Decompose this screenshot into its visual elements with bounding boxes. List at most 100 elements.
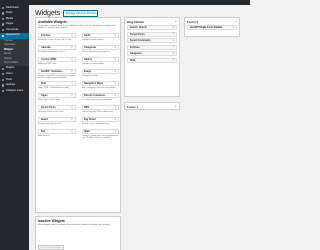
widget-title: Gallery <box>84 58 93 61</box>
collapse-icon <box>2 89 5 93</box>
placed-widget[interactable]: Recent Posts ▼ <box>127 31 177 37</box>
chevron-down-icon: ▼ <box>70 58 73 61</box>
widget-title: Text <box>40 130 46 133</box>
sidebar-item-label: Pages <box>5 22 14 26</box>
available-widget[interactable]: Video ▼ Displays a video from the media li… <box>81 129 119 140</box>
users-icon <box>2 73 5 76</box>
available-widget[interactable]: Pages ▼ A list of your site's Pages. <box>38 93 76 103</box>
chevron-down-icon: ▼ <box>114 70 117 73</box>
dashboard-icon <box>2 6 5 9</box>
widget-description: Your site's most recent Posts. <box>38 110 65 113</box>
chevron-down-icon: ▼ <box>70 118 73 121</box>
sidebar-item-label: Dashboard <box>5 5 19 9</box>
widget-area-blog-sidebar: Blog Sidebar ▲ Search: Search ▼ Recent Pos… <box>124 17 180 97</box>
available-widget[interactable]: Recent Comments ▼ Your site's most recent … <box>81 93 119 103</box>
widget-title: Navigation Menu <box>84 82 104 85</box>
available-widget[interactable]: Search ▼ A search form for your site. <box>38 117 76 127</box>
clear-inactive-widgets-button[interactable]: Clear Inactive Widgets <box>38 245 65 250</box>
chevron-down-icon: ▼ <box>70 46 73 49</box>
chevron-up-icon: ▲ <box>174 20 177 23</box>
widget-area-header[interactable]: Footer 1 ▼ <box>125 103 179 110</box>
available-widgets-title: Available Widgets <box>38 20 67 24</box>
admin-bar <box>0 0 250 5</box>
placed-widget[interactable]: Meta ▼ <box>127 57 177 63</box>
available-widget[interactable]: Text ▼ Arbitrary text. <box>38 129 76 139</box>
widget-title: Categories <box>84 46 97 49</box>
chevron-down-icon: ▼ <box>114 118 117 121</box>
widget-description: A calendar of your site's Posts. <box>38 50 66 53</box>
widget-description: A cloud of your most used tags. <box>81 122 110 125</box>
available-widget[interactable]: RSS ▼ Entries from any RSS or Atom feed. <box>81 105 119 115</box>
placed-widget-title: Search: Search <box>129 26 147 29</box>
widget-description: A search form for your site. <box>38 122 62 125</box>
submenu-item-theme-editor[interactable]: Theme Editor <box>0 61 29 65</box>
available-widget[interactable]: Custom HTML ▼ Arbitrary HTML code. <box>38 57 76 67</box>
chevron-down-icon: ▼ <box>172 26 175 29</box>
submenu-item-label: Customize <box>4 43 16 47</box>
appearance-submenu: Themes Customize Widgets Menus Header Theme E… <box>0 38 29 66</box>
widget-area-header[interactable]: Blog Sidebar ▲ <box>125 18 179 25</box>
media-icon <box>2 17 5 21</box>
sidebar-item-label: Comments <box>5 27 19 31</box>
chevron-down-icon: ▼ <box>172 59 175 62</box>
chevron-down-icon: ▼ <box>70 130 73 133</box>
available-widget[interactable]: Audio ▼ Displays an audio player. <box>81 33 119 43</box>
placed-widget[interactable]: Recent Comments ▼ <box>127 38 177 44</box>
widget-description: A list of your site's Pages. <box>38 98 61 101</box>
chevron-down-icon: ▼ <box>114 106 117 109</box>
available-widgets-description: To activate a widget drag it to a sideba… <box>38 24 116 30</box>
placed-widget[interactable]: Archives ▼ <box>127 44 177 50</box>
widget-description: Login, RSS, & WordPress.org links. <box>38 86 70 89</box>
available-widget[interactable]: Image ▼ Displays an image. <box>81 69 119 79</box>
widget-title: Meta <box>40 82 46 85</box>
widget-description: Displays a video from the media library … <box>81 134 119 140</box>
widget-description: A monthly archive of your site's Posts. <box>38 38 72 41</box>
placed-widget[interactable]: Search: Search ▼ <box>127 25 177 30</box>
widget-description: Displays an audio player. <box>81 38 104 41</box>
admin-sidebar: Dashboard Posts Media Pages Comments Appearan… <box>0 5 29 250</box>
available-widget[interactable]: Tag Cloud ▼ A cloud of your most used tags… <box>81 117 119 127</box>
widget-description: Add a navigation menu to your sidebar. <box>81 86 117 89</box>
inactive-widgets-description: Drag widgets here to remove them from th… <box>38 223 111 226</box>
available-widget[interactable]: Recent Posts ▼ Your site's most recent Pos… <box>38 105 76 115</box>
available-widget[interactable]: Archives ▼ A monthly archive of your site'… <box>38 33 76 43</box>
sidebar-item-label: Appearance <box>5 33 20 37</box>
available-widget[interactable]: Calendar ▼ A calendar of your site's Posts… <box>38 45 76 55</box>
available-widget[interactable]: Categories ▼ A list or dropdown of categor… <box>81 45 119 55</box>
widget-title: Recent Posts <box>40 106 56 109</box>
submenu-item-label: Themes <box>4 39 13 43</box>
widget-title: Tag Cloud <box>84 118 96 121</box>
placed-widget[interactable]: Categories ▼ <box>127 51 177 57</box>
available-widget[interactable]: Navigation Menu ▼ Add a navigation menu to… <box>81 81 119 91</box>
widget-area-title: Footer 1 <box>127 104 139 109</box>
available-widgets-grid: Archives ▼ A monthly archive of your site'… <box>38 33 119 139</box>
available-widget[interactable]: Gallery ▼ Displays an image gallery. <box>81 57 119 67</box>
placed-widget-title: Archives <box>129 45 140 49</box>
sidebar-item-label: Media <box>5 16 13 20</box>
widget-description: Entries from any RSS or Atom feed. <box>81 110 114 113</box>
widget-title: Archives <box>40 34 51 37</box>
manage-live-preview-button[interactable]: Manage with Live Preview <box>63 10 99 17</box>
chevron-down-icon: ▼ <box>114 94 117 97</box>
page-title: Widgets <box>35 10 61 17</box>
comments-icon <box>2 28 5 32</box>
chevron-down-icon: ▼ <box>70 70 73 73</box>
widget-area-header[interactable]: Footer 2 ▲ <box>185 18 239 25</box>
placed-widget[interactable]: GiveWP Single Form Sidebar ▼ <box>187 25 237 30</box>
available-widget[interactable]: Meta ▼ Login, RSS, & WordPress.org links. <box>38 81 76 91</box>
sidebar-item-label: Tools <box>5 77 12 81</box>
widget-description: A list or dropdown of categories. <box>81 50 110 53</box>
placed-widget-title: GiveWP Single Form Sidebar <box>189 26 223 29</box>
sidebar-item-label: Posts <box>5 11 13 15</box>
chevron-down-icon: ▼ <box>114 82 117 85</box>
chevron-up-icon: ▲ <box>234 20 237 23</box>
sidebar-item-label: Settings <box>5 83 16 87</box>
submenu-item-label: Header <box>4 56 12 60</box>
submenu-item-label: Theme Editor <box>4 61 19 64</box>
available-widget[interactable]: GiveWP - Donation... ▼ Display a GiveWP Do… <box>38 69 76 79</box>
chevron-down-icon: ▼ <box>172 46 175 49</box>
widget-description: Arbitrary HTML code. <box>38 62 57 65</box>
chevron-down-icon: ▼ <box>172 33 175 36</box>
inactive-widgets-panel: Inactive Widgets Drag widgets here to re… <box>35 216 121 250</box>
sidebar-item-collapse-menu[interactable]: Collapse menu <box>0 88 29 94</box>
